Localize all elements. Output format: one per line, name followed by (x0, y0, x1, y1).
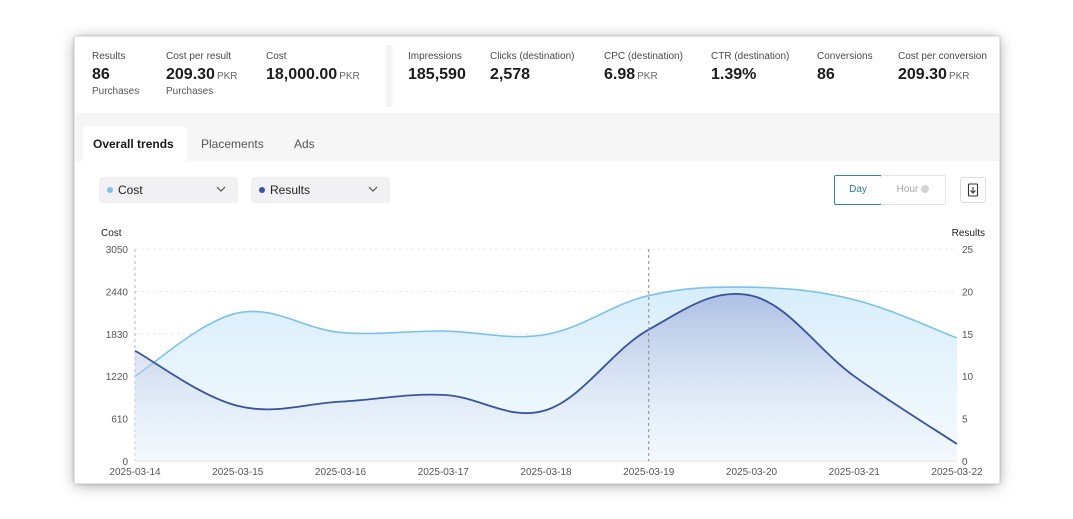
export-icon (967, 183, 979, 197)
metric-number: 18,000.00 (266, 66, 338, 83)
chevron-down-icon (368, 182, 378, 199)
metric-impressions: Impressions 185,590 (408, 51, 466, 84)
hour-toggle-button[interactable]: Hour (881, 175, 946, 205)
metric-number: 86 (92, 66, 110, 83)
metric-label: CTR (destination) (711, 51, 790, 62)
metric-ctr-destination: CTR (destination) 1.39% (711, 51, 789, 84)
tab-overall-trends[interactable]: Overall trends (87, 113, 182, 161)
metric-clicks-destination: Clicks (destination) 2,578 (490, 51, 574, 84)
info-icon (921, 185, 930, 193)
right-metric-select[interactable]: Results (251, 177, 390, 203)
metric-label: CPC (destination) (604, 51, 683, 62)
metric-label: Clicks (destination) (490, 51, 575, 62)
metric-cpc-destination: CPC (destination) 6.98 PKR (604, 51, 683, 84)
metric-value: 18,000.00 PKR (266, 66, 360, 84)
metric-cost: Cost 18,000.00 PKR (266, 51, 360, 84)
metric-cost-per-result: Cost per result 209.30 PKR Purchases (166, 51, 238, 97)
metric-value: 209.30 PKR (166, 66, 238, 84)
metric-value: 86 (92, 66, 139, 84)
metric-label: Cost per result (166, 51, 232, 62)
metric-number: 209.30 (898, 66, 947, 83)
metric-results: Results 86 Purchases (92, 51, 139, 97)
metric-unit: PKR (339, 71, 360, 82)
metric-number: 2,578 (490, 66, 531, 83)
chart-panel: Cost Results Day Hour (75, 161, 999, 483)
metric-label: Conversions (817, 51, 873, 62)
hour-toggle-label: Hour (896, 184, 919, 195)
metric-value: 185,590 (408, 66, 466, 84)
metric-label: Results (92, 51, 126, 62)
metric-number: 6.98 (604, 66, 636, 83)
metric-label: Impressions (408, 51, 462, 62)
right-metric-label: Results (270, 183, 311, 197)
left-metric-select[interactable]: Cost (99, 177, 238, 203)
ads-report-card: Results 86 Purchases Cost per result 209.30 P… (75, 37, 999, 483)
metric-label: Cost per conversion (898, 51, 987, 62)
export-button[interactable] (960, 177, 986, 203)
results-series-dot (259, 187, 265, 193)
metric-number: 86 (817, 66, 835, 83)
chevron-down-icon (216, 182, 226, 199)
metric-unit: PKR (948, 71, 970, 82)
metric-unit: PKR (216, 71, 238, 82)
cost-series-dot (107, 187, 113, 193)
tabs-bar: Overall trends Placements Ads (75, 113, 999, 161)
metric-sublabel: Purchases (166, 86, 214, 97)
left-metric-label: Cost (118, 183, 143, 197)
metrics-bar: Results 86 Purchases Cost per result 209.30 P… (75, 37, 999, 113)
metric-number: 185,590 (408, 66, 466, 83)
metric-value: 1.39% (711, 66, 789, 84)
tab-ads[interactable]: Ads (294, 113, 315, 161)
metric-label: Cost (266, 51, 287, 62)
metric-number: 1.39% (711, 66, 757, 83)
metrics-divider (385, 45, 393, 107)
day-toggle-button[interactable]: Day (834, 175, 882, 205)
metric-value: 6.98 PKR (604, 66, 683, 84)
metric-value: 2,578 (490, 66, 574, 84)
metric-value: 209.30 PKR (898, 66, 987, 84)
metric-sublabel: Purchases (92, 86, 140, 97)
metric-unit: PKR (637, 71, 658, 82)
metric-number: 209.30 (166, 66, 215, 83)
metric-value: 86 (817, 66, 873, 84)
metric-cost-per-conversion: Cost per conversion 209.30 PKR (898, 51, 987, 84)
tab-placements[interactable]: Placements (201, 113, 264, 161)
metric-conversions: Conversions 86 (817, 51, 873, 84)
